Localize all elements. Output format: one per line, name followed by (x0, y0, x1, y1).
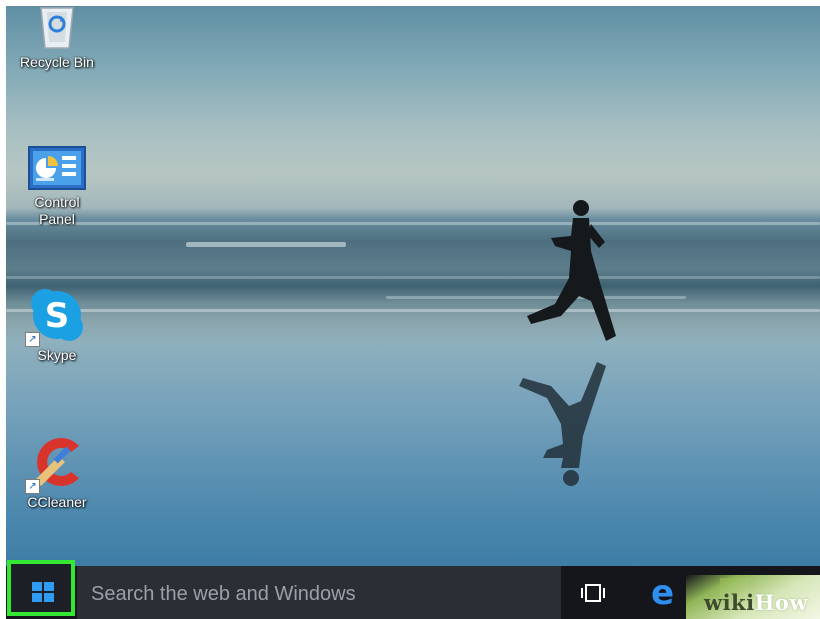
windows-logo-icon (32, 582, 54, 602)
ccleaner-icon: ↗ (25, 432, 85, 494)
control-panel-icon (28, 146, 86, 190)
svg-text:S: S (45, 296, 70, 336)
desktop-icon-label: Control Panel (34, 194, 80, 227)
desktop-icon-label: CCleaner (27, 494, 87, 510)
wikihow-watermark: wikiHow (704, 590, 809, 615)
wave (6, 276, 820, 279)
wave (186, 242, 346, 247)
desktop-icon-control-panel[interactable]: Control Panel (17, 146, 97, 228)
recycle-bin-icon (37, 2, 77, 50)
edge-browser-icon[interactable]: e (651, 576, 683, 610)
search-box[interactable]: Search the web and Windows (77, 566, 561, 619)
start-button[interactable] (7, 560, 75, 616)
desktop-icon-ccleaner[interactable]: ↗ CCleaner (17, 432, 97, 511)
task-view-icon (581, 584, 605, 602)
wave (6, 309, 820, 312)
search-placeholder: Search the web and Windows (91, 583, 356, 605)
skype-icon: S ↗ (25, 287, 85, 347)
desktop-background (6, 6, 820, 566)
shortcut-arrow-icon: ↗ (25, 332, 40, 347)
runner-silhouette (519, 200, 616, 486)
task-view-button[interactable] (580, 584, 606, 602)
desktop-icon-label: Recycle Bin (20, 54, 94, 70)
wave (6, 222, 820, 225)
desktop-icon-skype[interactable]: S ↗ Skype (17, 287, 97, 364)
desktop-icon-label: Skype (37, 347, 77, 363)
shortcut-arrow-icon: ↗ (25, 479, 40, 494)
desktop-icon-recycle-bin[interactable]: Recycle Bin (17, 2, 97, 71)
